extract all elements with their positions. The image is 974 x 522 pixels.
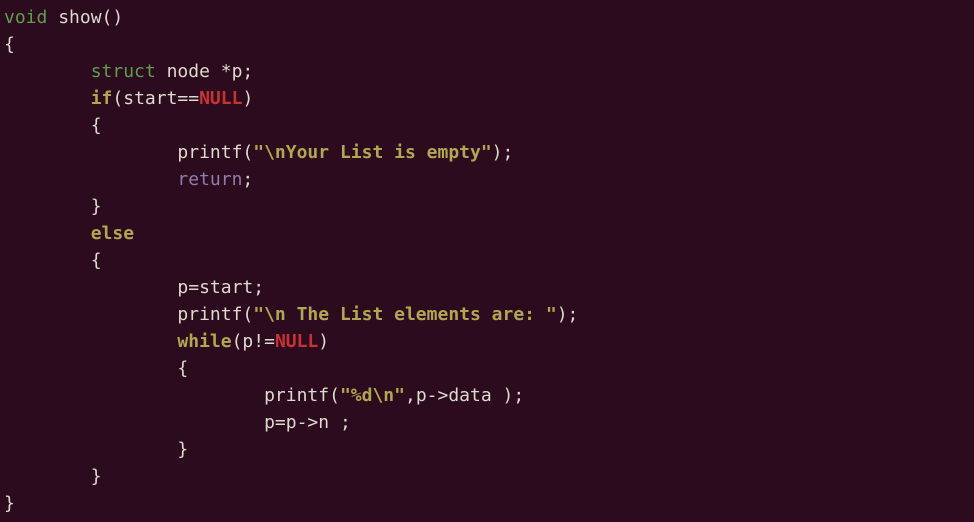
- keyword-while: while: [177, 331, 231, 352]
- string-literal-fmt: "%d\n": [340, 385, 405, 406]
- keyword-struct: struct: [91, 61, 156, 82]
- indent: [4, 61, 91, 82]
- keyword-if: if: [91, 88, 113, 109]
- indent: [4, 169, 177, 190]
- indent: [4, 88, 91, 109]
- printf-args: ,p->data );: [405, 385, 524, 406]
- cond-close-2: ): [318, 331, 329, 352]
- code-block: void show() { struct node *p; if(start==…: [0, 0, 974, 517]
- null-literal-2: NULL: [275, 331, 318, 352]
- indent: [4, 331, 177, 352]
- indent: [4, 223, 91, 244]
- keyword-return: return: [177, 169, 242, 190]
- brace-open-else: {: [4, 250, 102, 271]
- printf-call-prefix-3: printf(: [4, 385, 340, 406]
- brace-open-inner: {: [4, 115, 102, 136]
- cond-open-2: (p!=: [232, 331, 275, 352]
- stmt-end: );: [492, 142, 514, 163]
- keyword-else: else: [91, 223, 134, 244]
- cond-open: (start==: [112, 88, 199, 109]
- brace-close-fn: }: [4, 493, 15, 514]
- function-name-show: show(): [47, 7, 123, 28]
- brace-close-else: }: [4, 466, 102, 487]
- brace-close-inner: }: [4, 196, 102, 217]
- brace-open-while: {: [4, 358, 188, 379]
- keyword-void: void: [4, 7, 47, 28]
- string-literal-elements: "\n The List elements are: ": [253, 304, 556, 325]
- printf-call-prefix-2: printf(: [4, 304, 253, 325]
- printf-call-prefix: printf(: [4, 142, 253, 163]
- cond-close: ): [242, 88, 253, 109]
- decl-node-p: node *p;: [156, 61, 254, 82]
- brace-open: {: [4, 34, 15, 55]
- brace-close-while: }: [4, 439, 188, 460]
- assign-p-start: p=start;: [4, 277, 264, 298]
- assign-p-next: p=p->n ;: [4, 412, 351, 433]
- string-literal-empty: "\nYour List is empty": [253, 142, 491, 163]
- stmt-end-2: );: [557, 304, 579, 325]
- null-literal: NULL: [199, 88, 242, 109]
- semicolon: ;: [242, 169, 253, 190]
